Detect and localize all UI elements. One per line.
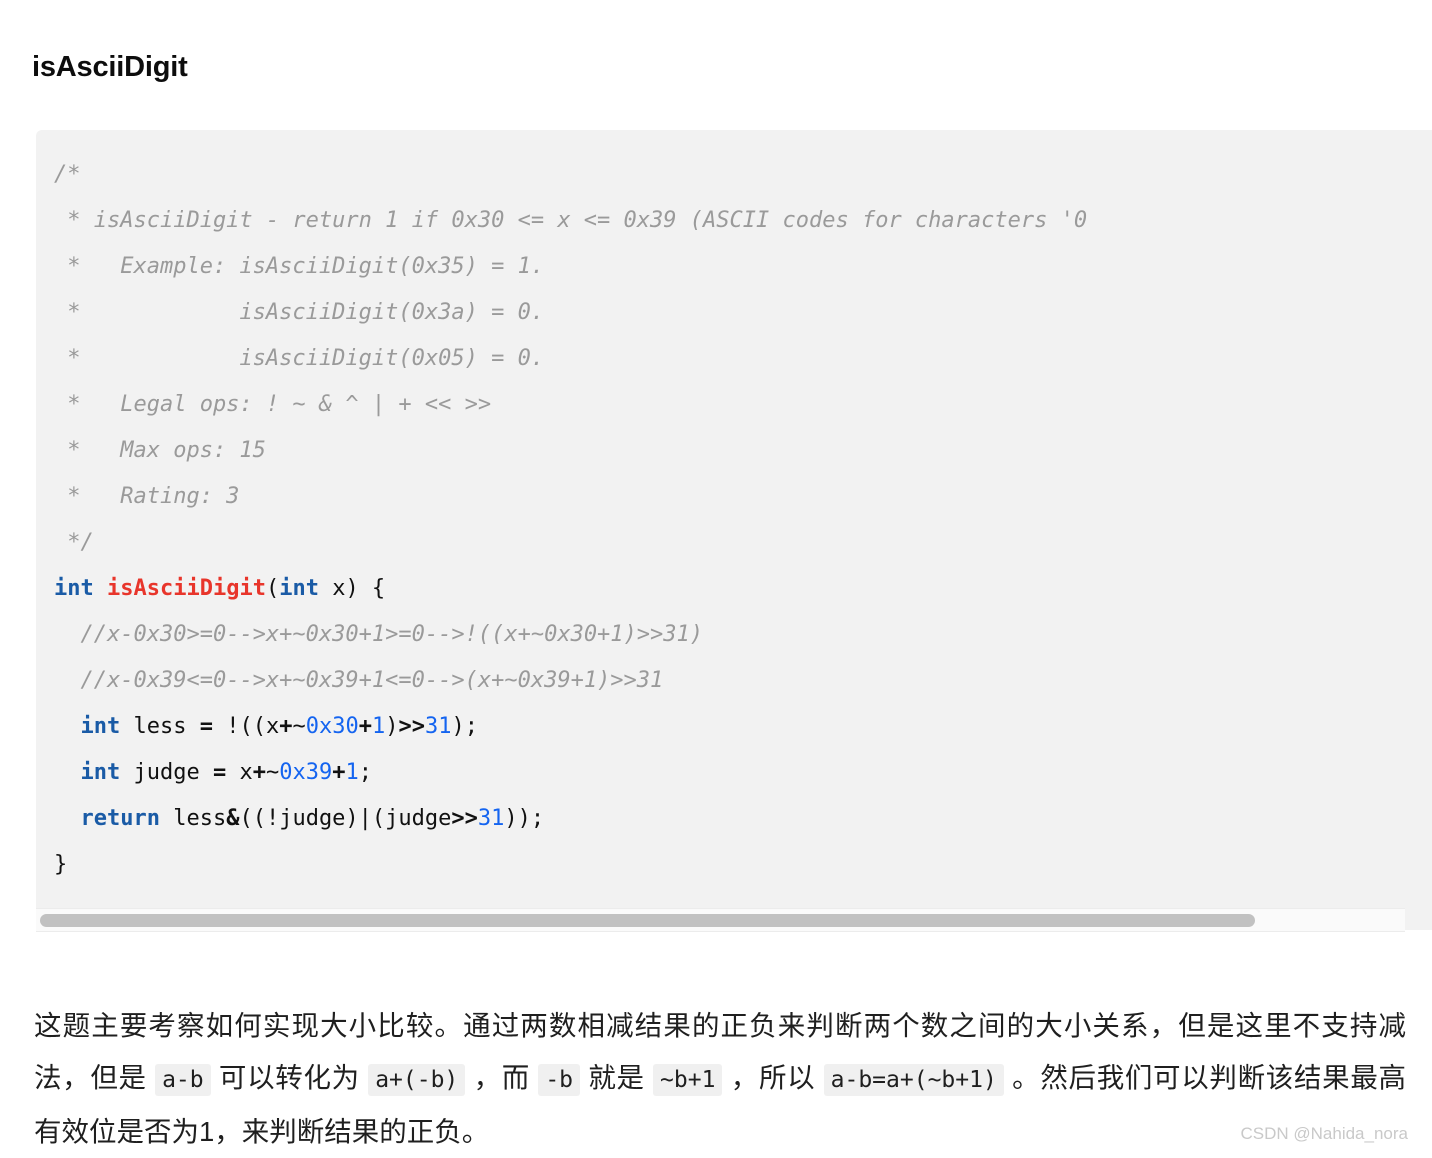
code-block: /* * isAsciiDigit - return 1 if 0x30 <= … <box>36 130 1432 930</box>
keyword-int: int <box>54 576 94 601</box>
inline-code: a+(-b) <box>368 1063 466 1096</box>
number-literal: 0x39 <box>279 760 333 785</box>
keyword-int: int <box>279 576 319 601</box>
article-page: isAsciiDigit /* * isAsciiDigit - return … <box>0 0 1432 1156</box>
inline-code: ~b+1 <box>653 1063 723 1096</box>
code-content: /* * isAsciiDigit - return 1 if 0x30 <= … <box>54 162 1088 877</box>
keyword-return: return <box>80 806 160 831</box>
number-literal: 31 <box>424 714 452 739</box>
function-name: isAsciiDigit <box>107 576 266 601</box>
paragraph-text: ，所以 <box>722 1061 824 1093</box>
code-comment-block: /* * isAsciiDigit - return 1 if 0x30 <= … <box>54 162 1088 555</box>
inline-code: -b <box>538 1063 581 1096</box>
page-title: isAsciiDigit <box>32 51 188 84</box>
body-paragraph: 这题主要考察如何实现大小比较。通过两数相减结果的正负来判断两个数之间的大小关系，… <box>34 1000 1406 1158</box>
keyword-int: int <box>80 760 121 785</box>
inline-code: a-b <box>155 1063 211 1096</box>
paragraph-text: 可以转化为 <box>210 1061 369 1093</box>
paragraph-text: 就是 <box>580 1061 654 1093</box>
number-literal: 0x30 <box>305 714 359 739</box>
code-inline-comment-2: //x-0x39<=0-->x+~0x39+1<=0-->(x+~0x39+1)… <box>80 668 664 693</box>
scrollbar-thumb[interactable] <box>40 914 1255 927</box>
code-scroll-viewport[interactable]: /* * isAsciiDigit - return 1 if 0x30 <= … <box>36 130 1432 930</box>
code-horizontal-scrollbar[interactable] <box>36 908 1405 932</box>
code-inline-comment-1: //x-0x30>=0-->x+~0x30+1>=0-->!((x+~0x30+… <box>80 622 704 647</box>
watermark: CSDN @Nahida_nora <box>1240 1124 1408 1143</box>
inline-code: a-b=a+(~b+1) <box>823 1063 1004 1096</box>
paragraph-text: ，而 <box>465 1061 539 1093</box>
number-literal: 31 <box>477 806 505 831</box>
number-literal: 1 <box>345 760 359 785</box>
keyword-int: int <box>80 714 121 739</box>
number-literal: 1 <box>371 714 386 739</box>
